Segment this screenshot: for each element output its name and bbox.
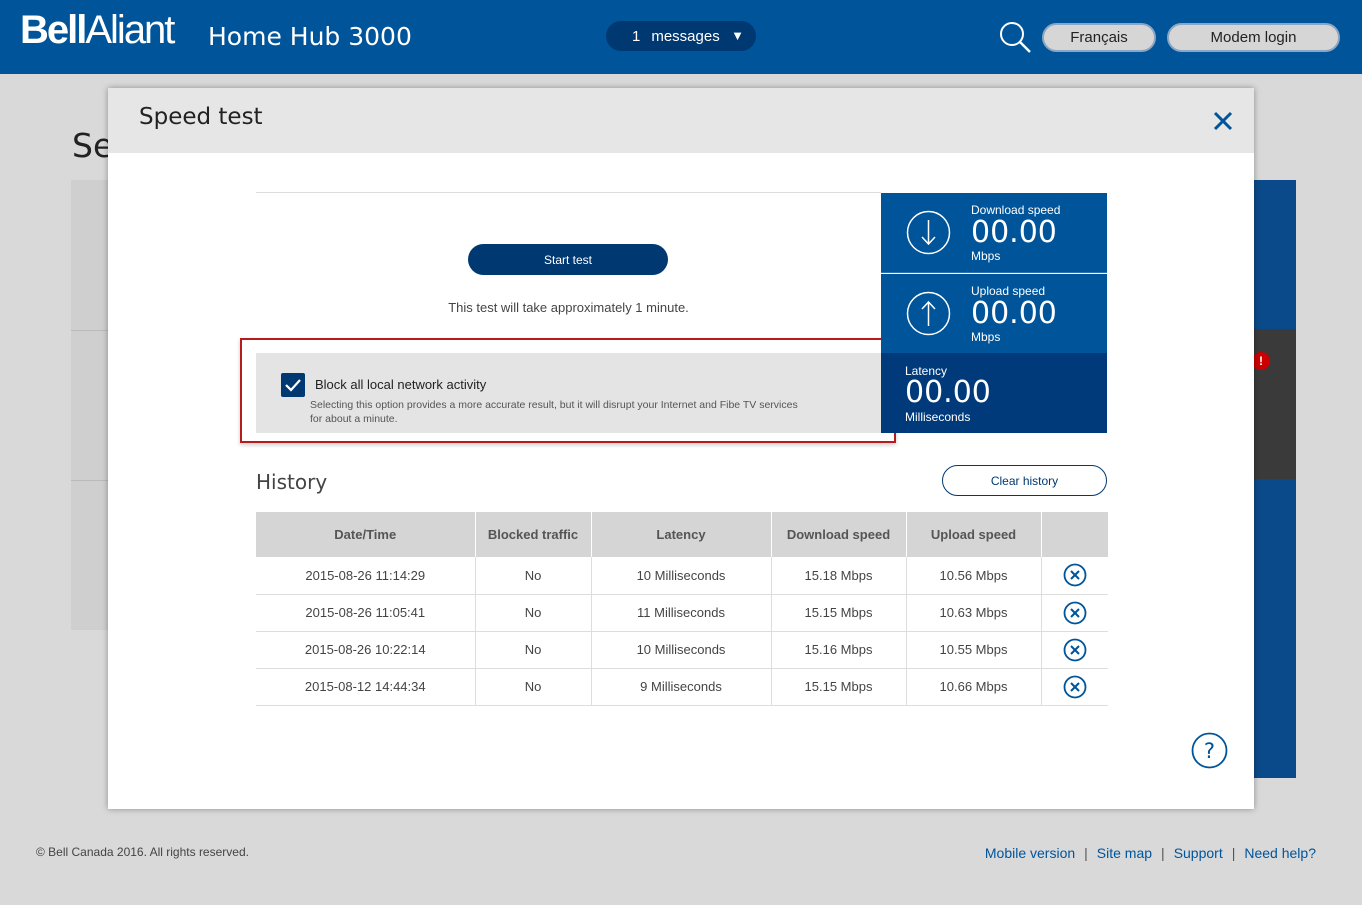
cell-download: 15.16 Mbps: [771, 631, 907, 669]
svg-text:?: ?: [1204, 739, 1215, 763]
cell-upload: 10.56 Mbps: [906, 557, 1042, 595]
history-header-row: Date/Time Blocked traffic Latency Downlo…: [256, 512, 1108, 557]
cell-upload: 10.63 Mbps: [906, 594, 1042, 632]
upload-speed-panel: Upload speed 00.00 Mbps: [881, 274, 1107, 353]
arrow-down-icon: [906, 210, 951, 255]
cell-delete: [1041, 668, 1108, 706]
footer-separator: |: [1161, 845, 1165, 861]
cell-blocked: No: [475, 668, 592, 706]
column-header-blocked[interactable]: Blocked traffic: [475, 512, 592, 557]
highlight-box: [240, 338, 896, 443]
messages-label: messages: [651, 27, 720, 45]
cell-download: 15.15 Mbps: [771, 668, 907, 706]
cell-datetime: 2015-08-26 11:14:29: [256, 557, 476, 595]
speed-test-modal: Speed test Start test This test will tak…: [108, 88, 1254, 809]
cell-upload: 10.66 Mbps: [906, 668, 1042, 706]
messages-count: 1: [632, 27, 641, 45]
search-icon[interactable]: [998, 20, 1032, 54]
arrow-up-icon: [906, 291, 951, 336]
cell-datetime: 2015-08-26 11:05:41: [256, 594, 476, 632]
alert-icon: !: [1252, 352, 1270, 370]
cell-latency: 9 Milliseconds: [591, 668, 772, 706]
help-icon[interactable]: ?: [1191, 732, 1228, 769]
cell-download: 15.15 Mbps: [771, 594, 907, 632]
footer-link-sitemap[interactable]: Site map: [1097, 845, 1152, 861]
cell-datetime: 2015-08-12 14:44:34: [256, 668, 476, 706]
latency-unit: Milliseconds: [905, 410, 971, 424]
cell-datetime: 2015-08-26 10:22:14: [256, 631, 476, 669]
column-header-upload[interactable]: Upload speed: [906, 512, 1042, 557]
close-icon[interactable]: [1212, 110, 1234, 132]
caret-down-icon: ▼: [731, 28, 744, 43]
upload-speed-value: 00.00: [971, 296, 1057, 331]
cell-blocked: No: [475, 631, 592, 669]
download-speed-panel: Download speed 00.00 Mbps: [881, 193, 1107, 273]
cell-blocked: No: [475, 594, 592, 632]
footer-link-mobile[interactable]: Mobile version: [985, 845, 1075, 861]
modal-header: Speed test: [108, 88, 1254, 153]
download-speed-unit: Mbps: [971, 249, 1001, 263]
column-header-datetime[interactable]: Date/Time: [256, 512, 476, 557]
cell-delete: [1041, 594, 1108, 632]
latency-panel: Latency 00.00 Milliseconds: [881, 353, 1107, 433]
modal-title: Speed test: [139, 104, 263, 130]
brand-logo[interactable]: BellAliant: [20, 8, 175, 53]
cell-latency: 10 Milliseconds: [591, 631, 772, 669]
history-title: History: [256, 470, 328, 494]
table-row: 2015-08-12 14:44:34 No 9 Milliseconds 15…: [256, 668, 1108, 706]
start-test-button[interactable]: Start test: [468, 244, 668, 275]
language-button[interactable]: Français: [1042, 23, 1156, 52]
table-row: 2015-08-26 10:22:14 No 10 Milliseconds 1…: [256, 631, 1108, 669]
cell-latency: 10 Milliseconds: [591, 557, 772, 595]
copyright-text: © Bell Canada 2016. All rights reserved.: [36, 845, 249, 859]
modem-login-button[interactable]: Modem login: [1167, 23, 1340, 52]
cell-upload: 10.55 Mbps: [906, 631, 1042, 669]
download-speed-value: 00.00: [971, 215, 1057, 250]
column-header-actions: [1041, 512, 1108, 557]
footer-separator: |: [1231, 845, 1236, 861]
test-duration-note: This test will take approximately 1 minu…: [448, 300, 689, 315]
footer-link-help[interactable]: Need help?: [1244, 845, 1316, 861]
latency-value: 00.00: [905, 375, 991, 410]
table-row: 2015-08-26 11:05:41 No 11 Milliseconds 1…: [256, 594, 1108, 632]
footer-links: Mobile version | Site map | Support | Ne…: [985, 845, 1316, 861]
clear-history-button[interactable]: Clear history: [942, 465, 1107, 496]
column-header-latency[interactable]: Latency: [591, 512, 772, 557]
cell-delete: [1041, 557, 1108, 595]
upload-speed-unit: Mbps: [971, 330, 1001, 344]
background-left-panel: [71, 180, 111, 630]
delete-row-icon[interactable]: [1063, 601, 1087, 625]
messages-dropdown[interactable]: 1 messages ▼: [606, 21, 756, 51]
delete-row-icon[interactable]: [1063, 675, 1087, 699]
divider: [256, 192, 881, 193]
product-name: Home Hub 3000: [208, 22, 412, 51]
table-row: 2015-08-26 11:14:29 No 10 Milliseconds 1…: [256, 557, 1108, 595]
history-table: Date/Time Blocked traffic Latency Downlo…: [256, 512, 1108, 706]
footer-separator: |: [1084, 845, 1088, 861]
background-right-panel: [1250, 180, 1296, 778]
cell-delete: [1041, 631, 1108, 669]
cell-latency: 11 Milliseconds: [591, 594, 772, 632]
footer-link-support[interactable]: Support: [1174, 845, 1223, 861]
cell-blocked: No: [475, 557, 592, 595]
delete-row-icon[interactable]: [1063, 563, 1087, 587]
top-header: BellAliant Home Hub 3000 1 messages ▼ Fr…: [0, 0, 1362, 74]
background-dark-tile: [1250, 329, 1296, 479]
cell-download: 15.18 Mbps: [771, 557, 907, 595]
delete-row-icon[interactable]: [1063, 638, 1087, 662]
column-header-download[interactable]: Download speed: [771, 512, 907, 557]
